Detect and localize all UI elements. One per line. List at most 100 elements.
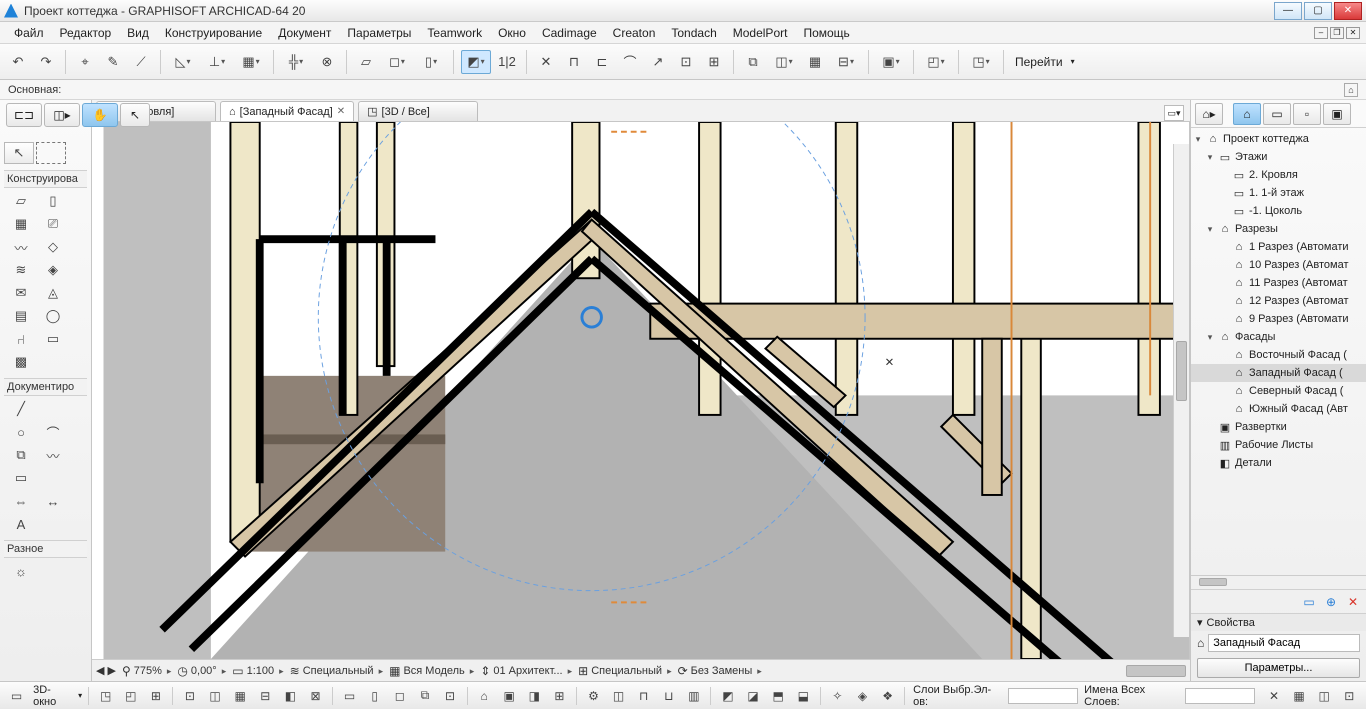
menu-teamwork[interactable]: Teamwork xyxy=(419,24,490,42)
bb-7[interactable]: ⊟ xyxy=(255,686,276,706)
snap-button[interactable]: ▦ xyxy=(236,50,266,74)
menu-design[interactable]: Конструирование xyxy=(157,24,270,42)
bb-plan[interactable]: ▭ xyxy=(6,686,27,706)
layer-drop[interactable] xyxy=(566,665,573,677)
tree-row[interactable]: ▭-1. Цоколь xyxy=(1191,202,1366,220)
tool-button[interactable]: ◈ xyxy=(38,259,68,281)
bb-24[interactable]: ◩ xyxy=(717,686,738,706)
tree-row[interactable]: ▾⌂Разрезы xyxy=(1191,220,1366,238)
bb-26[interactable]: ⬒ xyxy=(768,686,789,706)
menu-tondach[interactable]: Tondach xyxy=(663,24,724,42)
mdi-restore[interactable]: ❐ xyxy=(1330,27,1344,39)
redo-button[interactable]: ↷ xyxy=(34,50,58,74)
tree-row[interactable]: ⌂9 Разрез (Автомати xyxy=(1191,310,1366,328)
tool-button[interactable]: ▭ xyxy=(6,467,36,489)
bb-22[interactable]: ⊔ xyxy=(658,686,679,706)
vertical-scrollbar[interactable] xyxy=(1173,144,1189,637)
layers-sel-input[interactable] xyxy=(1008,688,1078,704)
tool-button[interactable]: ⧉ xyxy=(6,444,36,466)
tree-row[interactable]: ⌂Западный Фасад ( xyxy=(1191,364,1366,382)
tool-button[interactable]: ↔ xyxy=(38,490,68,512)
replace-drop[interactable] xyxy=(755,665,762,677)
mode-2[interactable]: ◫▸ xyxy=(44,103,80,127)
zoom-icon[interactable]: ⚲ xyxy=(122,664,131,678)
tool-button[interactable]: ▩ xyxy=(6,351,36,373)
grid-button[interactable]: ╬ xyxy=(281,50,311,74)
bb-13[interactable]: ⧉ xyxy=(414,686,435,706)
tb13[interactable]: ◰ xyxy=(921,50,951,74)
perp-button[interactable]: ⊥ xyxy=(202,50,232,74)
bb-25[interactable]: ◪ xyxy=(743,686,764,706)
tree-row[interactable]: ⌂Восточный Фасад ( xyxy=(1191,346,1366,364)
home-button[interactable]: ⌂ xyxy=(1344,83,1358,97)
angle-drop[interactable] xyxy=(220,665,227,677)
bb-19[interactable]: ⚙ xyxy=(583,686,604,706)
params-button[interactable]: Параметры... xyxy=(1197,658,1360,678)
mode-3[interactable]: ✋ xyxy=(82,103,118,127)
drawing-viewport[interactable]: ✕ xyxy=(92,122,1190,659)
bb-15[interactable]: ⌂ xyxy=(474,686,495,706)
tb14[interactable]: ◳ xyxy=(966,50,996,74)
bb-17[interactable]: ◨ xyxy=(524,686,545,706)
nav-new-icon[interactable]: ▭ xyxy=(1300,594,1318,610)
go-label[interactable]: Перейти xyxy=(1011,55,1067,69)
nav-next[interactable]: ▶ xyxy=(107,664,115,677)
view-name-input[interactable] xyxy=(1208,634,1360,652)
menu-cadimage[interactable]: Cadimage xyxy=(534,24,605,42)
tool-button[interactable]: ◬ xyxy=(38,282,68,304)
tb1[interactable]: ✕ xyxy=(534,50,558,74)
box-button[interactable]: ◻ xyxy=(382,50,412,74)
tree-row[interactable]: ⌂10 Разрез (Автомат xyxy=(1191,256,1366,274)
bb-1[interactable]: ◳ xyxy=(95,686,116,706)
view3d-label[interactable]: 3D-окно xyxy=(31,684,74,708)
tree-row[interactable]: ▭1. 1-й этаж xyxy=(1191,184,1366,202)
tool-button[interactable]: ⌒ xyxy=(38,421,68,443)
menu-options[interactable]: Параметры xyxy=(339,24,419,42)
bb-10[interactable]: ▭ xyxy=(339,686,360,706)
horizontal-scrollbar[interactable] xyxy=(1126,665,1186,677)
bb-16[interactable]: ▣ xyxy=(499,686,520,706)
bb-5[interactable]: ◫ xyxy=(205,686,226,706)
morph-button[interactable]: ◩ xyxy=(461,50,491,74)
angle-button[interactable]: ◺ xyxy=(168,50,198,74)
tree-row[interactable]: ▾⌂Проект коттеджа xyxy=(1191,130,1366,148)
tool-button[interactable] xyxy=(38,560,68,582)
tool-button[interactable]: ✉ xyxy=(6,282,36,304)
mode-arrow[interactable]: ↖ xyxy=(120,103,150,127)
tree-row[interactable]: ⌂1 Разрез (Автомати xyxy=(1191,238,1366,256)
dimension-button[interactable]: 1|2 xyxy=(495,50,519,74)
tree-toggle-icon[interactable]: ▾ xyxy=(1193,134,1203,145)
tool-button[interactable]: ◯ xyxy=(38,305,68,327)
nav-tab-1[interactable]: ⌂▸ xyxy=(1195,103,1223,125)
tool-button[interactable]: ▭ xyxy=(38,328,68,350)
bb-20[interactable]: ◫ xyxy=(608,686,629,706)
bb-21[interactable]: ⊓ xyxy=(633,686,654,706)
close-button[interactable]: ✕ xyxy=(1334,2,1362,20)
bb-23[interactable]: ▥ xyxy=(683,686,704,706)
tool-button[interactable]: ▤ xyxy=(6,305,36,327)
sheet-button[interactable]: ▯ xyxy=(416,50,446,74)
nav-add-icon[interactable]: ⊕ xyxy=(1322,594,1340,610)
tool-button[interactable]: ▦ xyxy=(6,213,36,235)
bb-14[interactable]: ⊡ xyxy=(439,686,460,706)
nav-delete-icon[interactable]: ✕ xyxy=(1344,594,1362,610)
tool-button[interactable]: A xyxy=(6,513,36,535)
tab-3d[interactable]: ◳ [3D / Все] xyxy=(358,101,478,121)
tb5[interactable]: ↗ xyxy=(646,50,670,74)
tb8[interactable]: ⧉ xyxy=(741,50,765,74)
tb9[interactable]: ◫ xyxy=(769,50,799,74)
bb-e1[interactable]: ✕ xyxy=(1263,686,1284,706)
tree-row[interactable]: ◧Детали xyxy=(1191,454,1366,472)
pen-drop[interactable] xyxy=(665,665,672,677)
tab-close-icon[interactable]: ✕ xyxy=(337,106,345,117)
plane-button[interactable]: ▱ xyxy=(354,50,378,74)
tool-button[interactable]: ⇔ xyxy=(6,490,36,512)
tree-row[interactable]: ⌂11 Разрез (Автомат xyxy=(1191,274,1366,292)
scale-drop[interactable] xyxy=(277,665,284,677)
navigator-hscroll[interactable] xyxy=(1191,575,1366,589)
tab-list-button[interactable]: ▭▾ xyxy=(1164,105,1184,121)
menu-view[interactable]: Вид xyxy=(119,24,157,42)
pick-button[interactable]: ⌖ xyxy=(73,50,97,74)
tb11[interactable]: ⊟ xyxy=(831,50,861,74)
tool-button[interactable]: ▱ xyxy=(6,190,36,212)
